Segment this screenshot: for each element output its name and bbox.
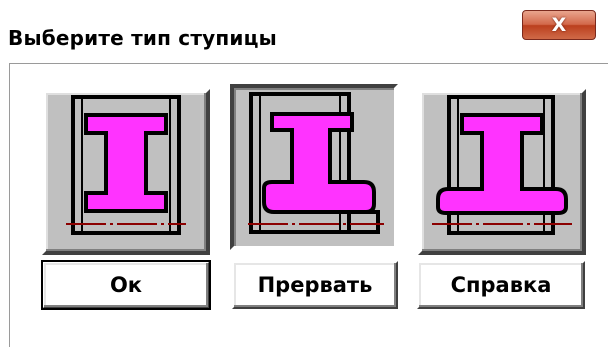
close-icon: X [551,14,567,36]
hub-type-2-icon [248,92,384,234]
title-bar: Выберите тип ступицы X [0,0,608,62]
abort-button[interactable]: Прервать [232,261,398,309]
window-title: Выберите тип ступицы [8,26,277,50]
help-button[interactable]: Справка [417,261,585,309]
hub-type-1-button[interactable] [42,89,210,255]
hub-type-3-icon [432,95,572,235]
hub-type-1-icon [66,95,186,235]
hub-type-2-button[interactable] [230,84,398,250]
close-button[interactable]: X [522,10,596,40]
ok-button[interactable]: Ок [41,260,211,310]
dialog-body: Ок Прервать Справка [9,63,608,347]
hub-type-3-button[interactable] [418,89,586,255]
